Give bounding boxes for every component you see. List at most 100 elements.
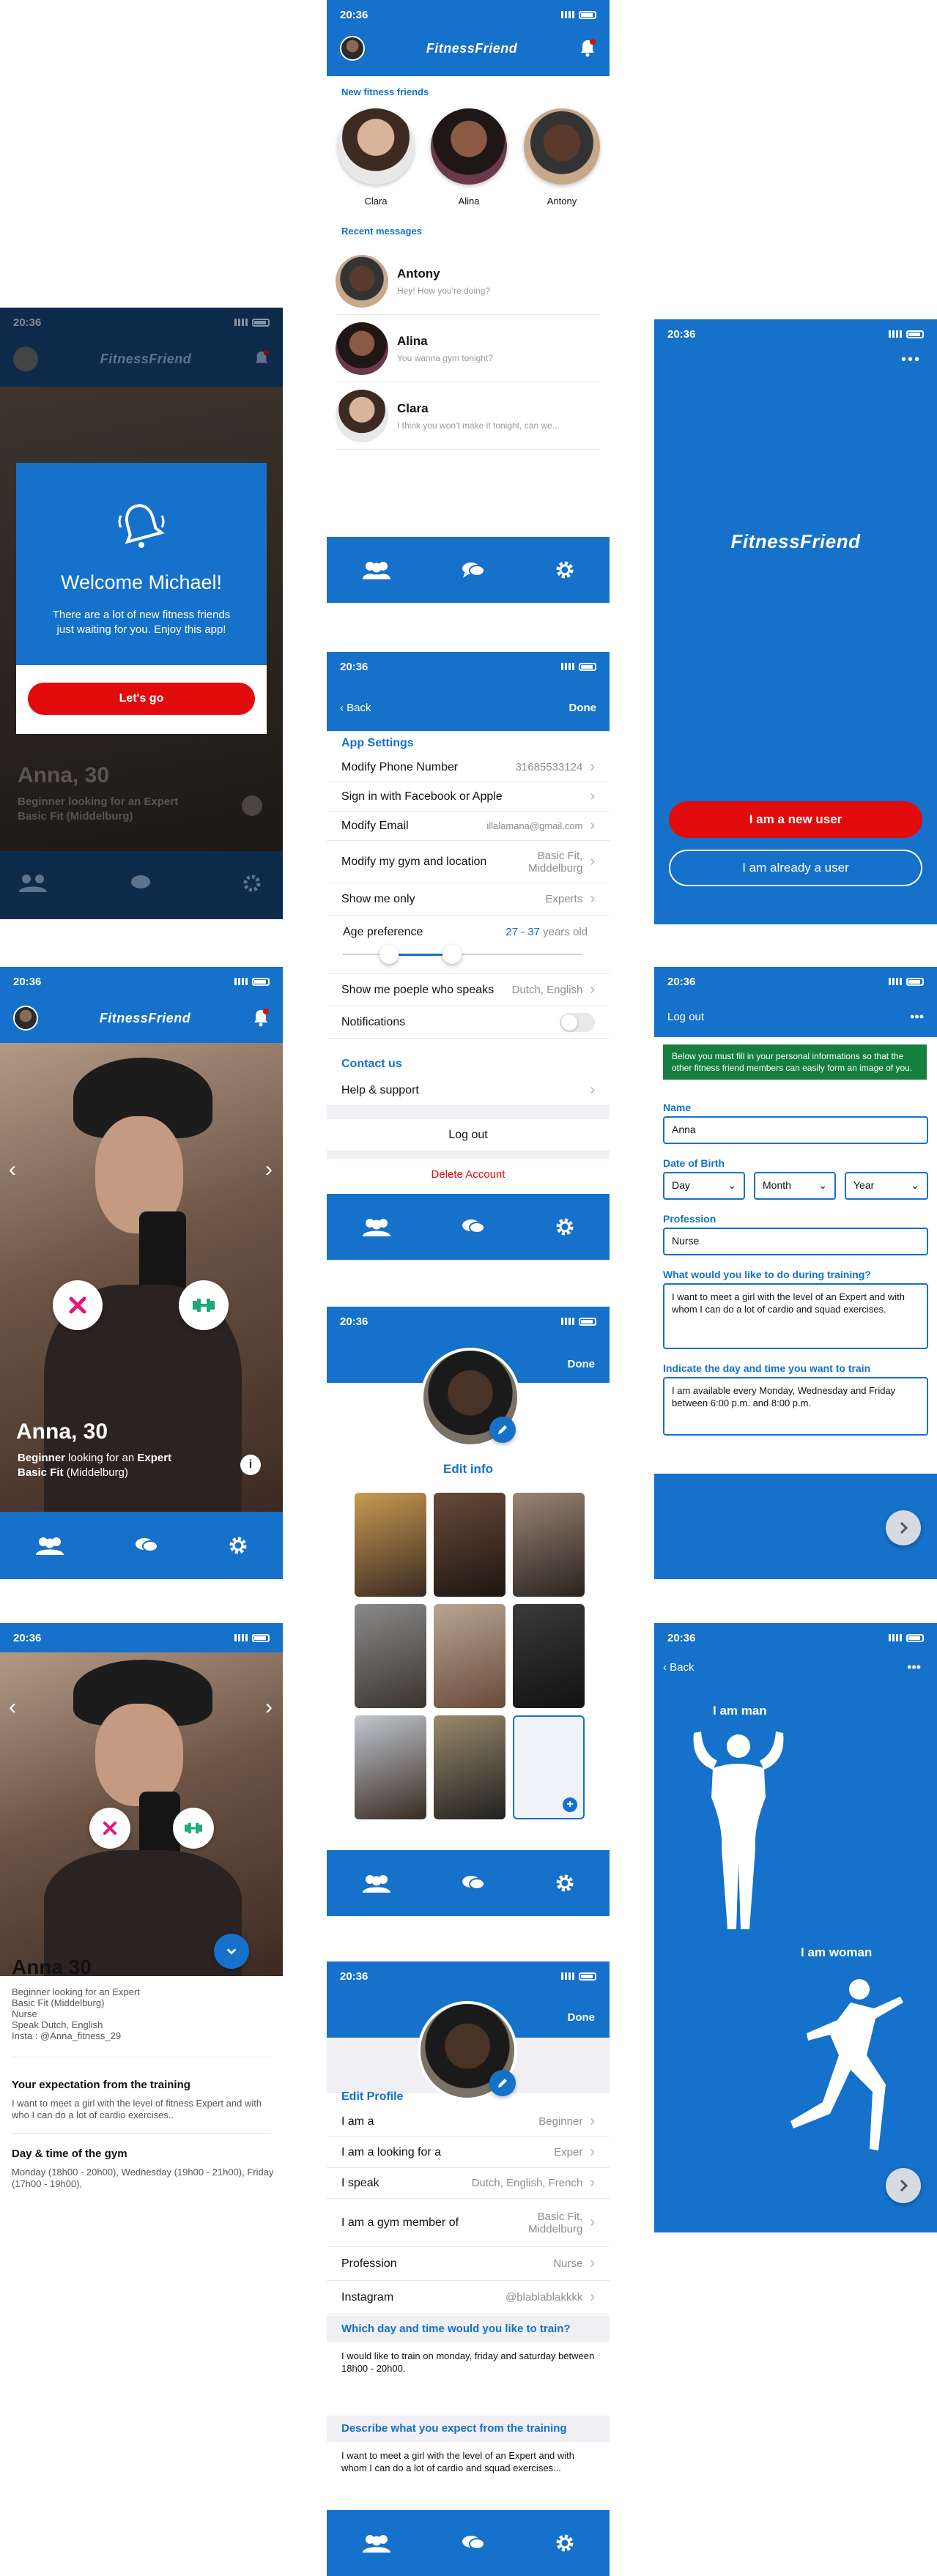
gear-icon[interactable] (555, 1217, 575, 1237)
dob-year-select[interactable]: Year ⌄ (845, 1172, 928, 1200)
profession-field[interactable]: Nurse (663, 1228, 928, 1255)
dislike-button[interactable] (89, 1808, 130, 1849)
lets-go-button[interactable]: Let's go (28, 683, 255, 715)
dob-month-select[interactable]: Month ⌄ (754, 1172, 836, 1200)
match-button[interactable] (173, 1808, 214, 1849)
message-item[interactable]: Antony Hey! How you're doing? (336, 248, 601, 315)
setting-languages[interactable]: Show me poeple who speaks Dutch, English › (327, 974, 610, 1006)
photo-tile[interactable] (355, 1493, 426, 1597)
setting-email[interactable]: Modify Email illalamana@gmail.com › (327, 812, 610, 841)
notifications-toggle[interactable] (560, 1012, 595, 1032)
name-field[interactable]: Anna (663, 1116, 928, 1144)
photo-tile[interactable] (434, 1604, 505, 1708)
friends-icon[interactable] (34, 1536, 65, 1555)
friends-icon[interactable] (18, 873, 48, 892)
photo-tile[interactable] (513, 1604, 585, 1708)
bell-icon[interactable] (253, 350, 270, 368)
done-button[interactable]: Done (568, 2011, 596, 2024)
chat-icon[interactable] (461, 2534, 486, 2553)
woman-option[interactable]: I am woman (771, 1945, 925, 2180)
collapse-button[interactable] (214, 1934, 249, 1969)
info-icon[interactable]: i (240, 1455, 261, 1475)
next-photo-icon[interactable]: › (265, 1157, 273, 1182)
more-icon[interactable]: ••• (901, 352, 921, 368)
setting-gym[interactable]: Modify my gym and location Basic Fit, Mid… (327, 841, 610, 883)
edit-avatar-button[interactable] (489, 1417, 516, 1443)
expect-text[interactable]: I want to meet a girl with the level of … (341, 2449, 595, 2474)
age-slider-track[interactable] (343, 954, 582, 955)
schedule-textarea[interactable]: I am available every Monday, Wednesday a… (663, 1377, 928, 1436)
done-button[interactable]: Done (568, 1358, 596, 1370)
training-textarea[interactable]: I want to meet a girl with the level of … (663, 1283, 928, 1349)
logout-link[interactable]: Log out (667, 1011, 704, 1023)
done-button[interactable]: Done (569, 702, 597, 714)
next-photo-icon[interactable]: › (265, 1695, 273, 1720)
setting-show-me[interactable]: Show me only Experts › (327, 883, 610, 916)
setting-help[interactable]: Help & support › (327, 1075, 610, 1106)
next-button[interactable] (886, 2168, 921, 2203)
chat-icon[interactable] (461, 1217, 486, 1236)
logout-button[interactable]: Log out (327, 1119, 610, 1151)
more-icon[interactable]: ••• (907, 1660, 921, 1675)
prev-photo-icon[interactable]: ‹ (9, 1695, 16, 1720)
photo-tile[interactable] (513, 1493, 585, 1597)
next-button[interactable] (886, 1510, 921, 1545)
delete-account-button[interactable]: Delete Account (327, 1159, 610, 1191)
friend-avatar[interactable] (338, 108, 414, 185)
friends-icon[interactable] (361, 560, 392, 579)
prev-photo-icon[interactable]: ‹ (9, 1157, 16, 1182)
photo-tile[interactable] (355, 1715, 426, 1819)
setting-phone[interactable]: Modify Phone Number 31685533124 › (327, 753, 610, 782)
friend-card[interactable]: Clara (336, 108, 416, 207)
status-time: 20:36 (13, 1631, 42, 1644)
add-photo-tile[interactable]: + (513, 1715, 585, 1819)
friends-icon[interactable] (361, 1874, 392, 1893)
friends-icon[interactable] (361, 2534, 392, 2553)
friends-icon[interactable] (361, 1217, 392, 1236)
train-text[interactable]: I would like to train on monday, friday … (341, 2350, 595, 2375)
more-icon[interactable]: ••• (910, 1009, 924, 1025)
message-item[interactable]: Clara I think you won't make it tonight,… (336, 382, 601, 450)
gear-icon[interactable] (555, 1873, 575, 1893)
gear-icon[interactable] (228, 1535, 248, 1556)
dislike-button[interactable] (53, 1280, 103, 1330)
detail-photo[interactable] (0, 1652, 283, 1976)
profile-row-instagram[interactable]: Instagram @blablablakkkk › (327, 2281, 610, 2315)
chat-icon[interactable] (134, 1536, 159, 1555)
chat-icon[interactable] (461, 1874, 486, 1893)
man-option[interactable]: I am man (684, 1704, 815, 1938)
friend-avatar[interactable] (524, 108, 600, 185)
profile-row-looking-for[interactable]: I am a looking for a Exper › (327, 2137, 610, 2168)
match-button[interactable] (179, 1280, 229, 1330)
back-button[interactable]: ‹ Back (663, 1661, 695, 1674)
photo-tile[interactable] (434, 1493, 505, 1597)
user-avatar[interactable] (340, 36, 365, 61)
photo-tile[interactable] (434, 1715, 505, 1819)
profile-row-profession[interactable]: Profession Nurse › (327, 2247, 610, 2281)
profile-row-languages[interactable]: I speak Dutch, English, French › (327, 2168, 610, 2199)
edit-avatar-button[interactable] (489, 2070, 516, 2096)
user-avatar[interactable] (13, 346, 38, 371)
friend-card[interactable]: Alina (429, 108, 509, 207)
user-avatar[interactable] (13, 1006, 38, 1031)
dob-day-select[interactable]: Day ⌄ (663, 1172, 745, 1200)
friend-avatar[interactable] (431, 108, 507, 185)
chat-icon[interactable] (461, 560, 486, 579)
age-slider-min-handle[interactable] (379, 945, 399, 964)
age-slider-max-handle[interactable] (442, 945, 462, 964)
existing-user-button[interactable]: I am already a user (669, 850, 922, 886)
gear-icon[interactable] (555, 560, 575, 580)
gear-icon[interactable] (555, 2533, 575, 2553)
new-user-button[interactable]: I am a new user (669, 801, 922, 838)
chat-icon[interactable] (129, 873, 154, 892)
friend-card[interactable]: Antony (522, 108, 602, 207)
profile-row-gym[interactable]: I am a gym member of Basic Fit, Middelbur… (327, 2199, 610, 2247)
gear-icon[interactable] (242, 873, 262, 894)
bell-icon[interactable] (252, 1009, 270, 1028)
message-item[interactable]: Alina You wanna gym tonight? (336, 315, 601, 382)
profile-row-level[interactable]: I am a Beginner › (327, 2107, 610, 2137)
setting-social-signin[interactable]: Sign in with Facebook or Apple › (327, 782, 610, 812)
photo-tile[interactable] (355, 1604, 426, 1708)
back-button[interactable]: ‹ Back (340, 702, 371, 714)
bell-icon[interactable] (579, 39, 596, 58)
